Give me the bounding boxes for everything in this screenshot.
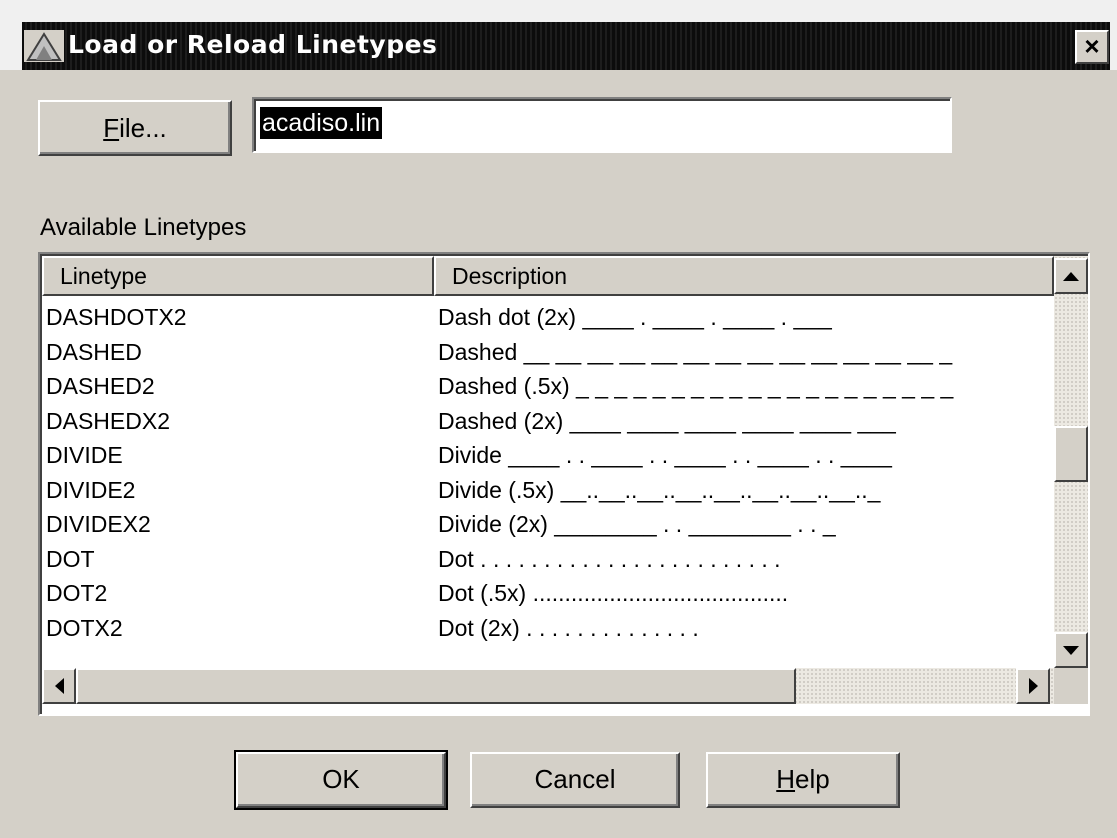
column-header-linetype[interactable]: Linetype <box>42 256 434 296</box>
file-name-value: acadiso.lin <box>260 107 383 139</box>
linetype-cell: DIVIDE2 <box>46 476 136 503</box>
close-button[interactable]: × <box>1075 30 1109 64</box>
table-row[interactable]: DOT Dot . . . . . . . . . . . . . . . . .… <box>44 542 1054 577</box>
linetype-cell: DOT <box>46 545 95 572</box>
file-name-field[interactable]: acadiso.lin <box>252 97 952 153</box>
file-button[interactable]: File... <box>38 100 232 156</box>
description-cell: Dashed __ __ __ __ __ __ __ __ __ __ __ … <box>438 338 953 365</box>
help-button-label: elp <box>795 764 830 794</box>
description-cell: Dash dot (2x) ____ . ____ . ____ . ___ <box>438 304 832 330</box>
description-cell: Dot . . . . . . . . . . . . . . . . . . … <box>438 545 781 572</box>
vertical-scroll-thumb[interactable] <box>1054 426 1088 482</box>
table-row[interactable]: DIVIDE2 Divide (.5x) __..__..__..__..__..… <box>44 473 1054 508</box>
linetype-cell: DOT2 <box>46 580 108 606</box>
linetype-cell: DIVIDE <box>46 442 123 468</box>
linetype-cell: DASHEDX2 <box>46 407 170 434</box>
linetype-list[interactable]: Linetype Description DASHDOTX2 Dash dot (… <box>38 252 1090 716</box>
file-button-mnemonic: F <box>103 113 120 143</box>
linetype-cell: DASHED2 <box>46 373 155 399</box>
linetype-cell: DIVIDEX2 <box>46 511 151 537</box>
linetype-cell: DOTX2 <box>46 614 123 641</box>
linetype-cell: DASHED <box>46 338 142 365</box>
table-row[interactable]: DIVIDEX2 Divide (2x) ________ . . _______… <box>44 507 1054 542</box>
arrow-up-icon <box>1063 271 1079 281</box>
table-row[interactable]: DOT2 Dot (.5x) ..........................… <box>44 576 1054 611</box>
description-cell: Divide (2x) ________ . . ________ . . _ <box>438 511 836 537</box>
file-button-label: ile... <box>119 113 167 143</box>
close-icon: × <box>1084 31 1100 61</box>
description-cell: Dot (.5x) ..............................… <box>438 580 789 606</box>
description-cell: Divide ____ . . ____ . . ____ . . ____ .… <box>438 442 892 468</box>
scroll-up-button[interactable] <box>1054 258 1088 294</box>
horizontal-scroll-thumb[interactable] <box>76 668 796 704</box>
description-cell: Dashed (.5x) _ _ _ _ _ _ _ _ _ _ _ _ _ _… <box>438 373 954 399</box>
description-cell: Divide (.5x) __..__..__..__..__..__..__.… <box>438 476 881 503</box>
linetype-rows: DASHDOTX2 Dash dot (2x) ____ . ____ . ___… <box>44 300 1054 645</box>
description-cell: Dot (2x) . . . . . . . . . . . . . . <box>438 614 699 641</box>
scroll-right-button[interactable] <box>1016 668 1050 704</box>
ok-button[interactable]: OK <box>234 750 448 810</box>
table-row[interactable]: DASHED2 Dashed (.5x) _ _ _ _ _ _ _ _ _ _ … <box>44 369 1054 404</box>
help-button-mnemonic: H <box>776 764 796 794</box>
window-title: Load or Reload Linetypes <box>68 30 438 59</box>
cancel-button[interactable]: Cancel <box>470 752 680 808</box>
arrow-right-icon <box>1028 678 1038 694</box>
scrollbar-corner <box>1054 668 1088 704</box>
table-row[interactable]: DOTX2 Dot (2x) . . . . . . . . . . . . . … <box>44 611 1054 646</box>
linetype-cell: DASHDOTX2 <box>46 304 187 330</box>
available-linetypes-label: Available Linetypes <box>40 214 247 241</box>
scroll-down-button[interactable] <box>1054 632 1088 668</box>
table-row[interactable]: DASHDOTX2 Dash dot (2x) ____ . ____ . ___… <box>44 300 1054 335</box>
arrow-down-icon <box>1063 645 1079 655</box>
table-row[interactable]: DASHEDX2 Dashed (2x) ____ ____ ____ ____ … <box>44 404 1054 439</box>
column-header-description[interactable]: Description <box>434 256 1054 296</box>
table-row[interactable]: DASHED Dashed __ __ __ __ __ __ __ __ __ … <box>44 335 1054 370</box>
description-cell: Dashed (2x) ____ ____ ____ ____ ____ ___ <box>438 407 896 434</box>
autocad-app-icon <box>24 30 64 62</box>
table-row[interactable]: DIVIDE Divide ____ . . ____ . . ____ . . … <box>44 438 1054 473</box>
arrow-left-icon <box>54 678 64 694</box>
help-button[interactable]: Help <box>706 752 900 808</box>
scroll-left-button[interactable] <box>42 668 76 704</box>
